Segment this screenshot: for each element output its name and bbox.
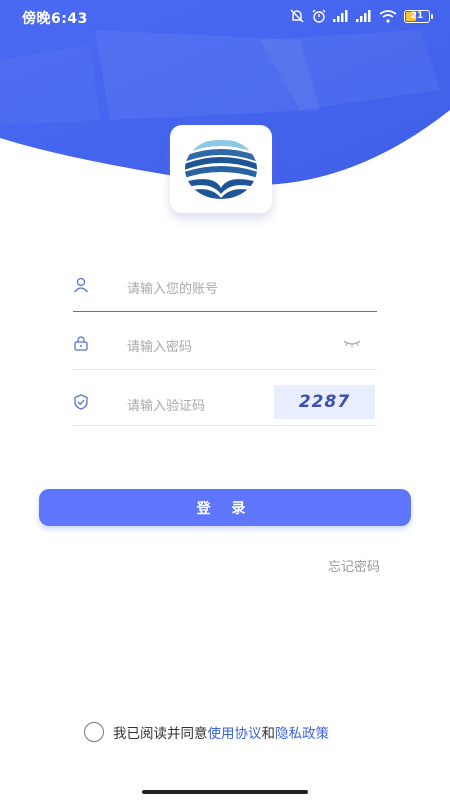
password-input[interactable]: 请输入密码	[127, 336, 192, 355]
captcha-image[interactable]: 2287	[274, 385, 375, 419]
shield-check-icon	[74, 394, 88, 410]
terms-link[interactable]: 使用协议	[208, 722, 262, 742]
password-field[interactable]: 请输入密码	[73, 320, 377, 370]
privacy-link[interactable]: 隐私政策	[275, 722, 329, 742]
eye-closed-icon[interactable]	[343, 338, 361, 348]
account-field[interactable]: 请输入您的账号	[73, 262, 377, 312]
home-indicator[interactable]	[142, 790, 308, 794]
account-input[interactable]: 请输入您的账号	[127, 278, 218, 297]
status-bar: 傍晚6:43 21	[0, 0, 450, 32]
landmark-logo-icon	[185, 139, 257, 199]
app-logo	[170, 125, 272, 213]
agreement-prefix: 我已阅读并同意	[113, 726, 208, 742]
login-button[interactable]: 登 录	[39, 489, 411, 526]
agreement-conjunction: 和	[261, 726, 276, 742]
signal-icon-2	[356, 10, 372, 22]
notification-off-icon	[289, 9, 305, 23]
battery-level: 21	[410, 11, 424, 21]
status-icons: 21	[289, 8, 433, 24]
signal-icon	[333, 10, 349, 22]
wifi-icon	[379, 9, 397, 23]
user-icon	[73, 277, 89, 293]
captcha-input[interactable]: 请输入验证码	[127, 395, 205, 414]
alarm-icon	[312, 9, 326, 23]
agreement-row: 我已阅读并同意 使用协议 和 隐私政策	[84, 721, 329, 743]
battery-icon: 21	[404, 9, 433, 23]
captcha-field[interactable]: 请输入验证码 2287	[73, 376, 377, 426]
agreement-checkbox[interactable]	[84, 722, 104, 742]
forgot-password-link[interactable]: 忘记密码	[328, 556, 380, 575]
lock-icon	[74, 336, 88, 351]
status-time: 傍晚6:43	[22, 11, 88, 27]
